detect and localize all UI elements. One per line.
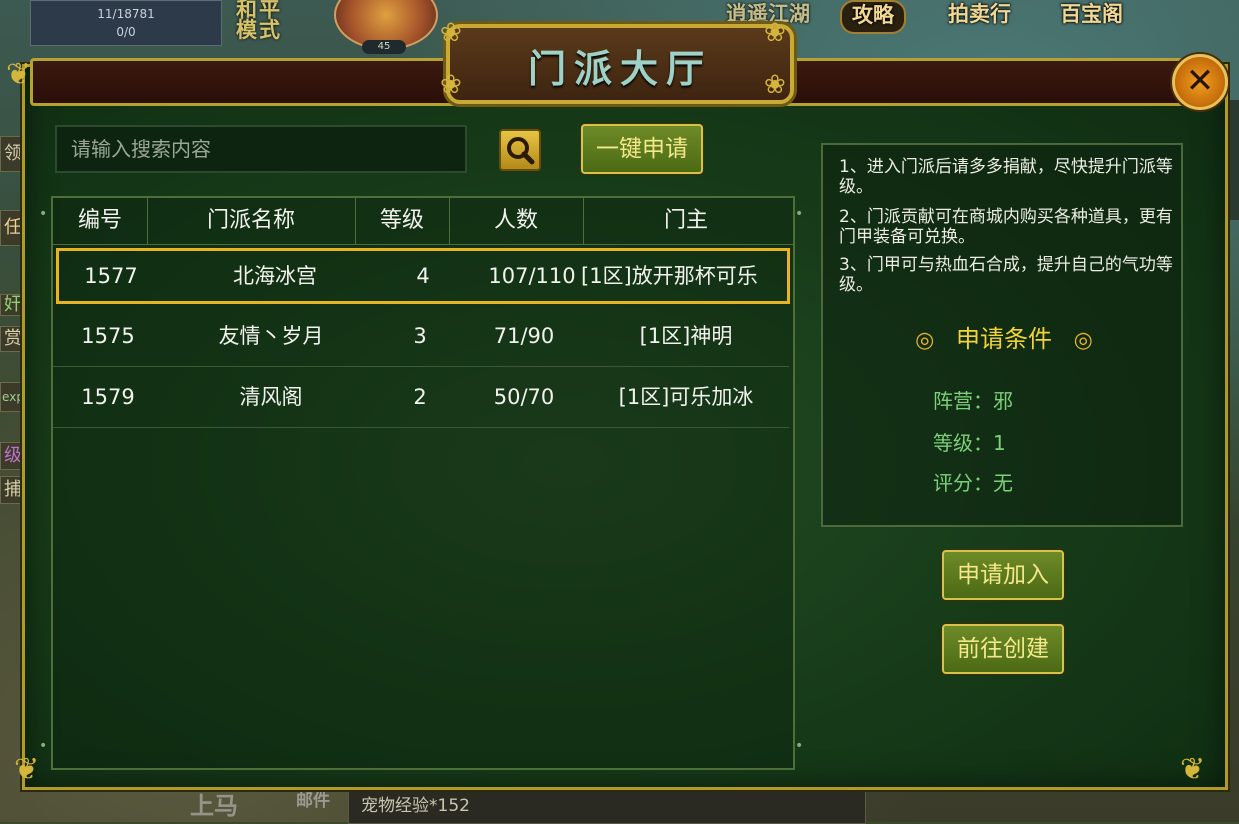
tip-2: 2、门派贡献可在商城内购买各种道具，更有门甲装备可兑换。 (839, 207, 1173, 247)
condition-score: 评分：无 (933, 471, 1013, 495)
pk-mode-label-2: 模式 (236, 18, 282, 42)
cell-leader: [1区]神明 (639, 324, 733, 348)
cell-members: 71/90 (493, 324, 555, 348)
swirl-ornament-icon: ◎ (1073, 328, 1093, 353)
cell-id: 1579 (81, 385, 135, 409)
guide-button[interactable]: 攻略 (840, 0, 906, 34)
frame-rivet-icon: • (795, 738, 804, 754)
cell-id: 1575 (81, 324, 135, 348)
chat-message: 宠物经验*152 (361, 796, 470, 816)
cell-name: 清风阁 (239, 385, 303, 409)
condition-faction: 阵营：邪 (933, 389, 1013, 413)
column-header-id: 编号 (53, 198, 148, 244)
table-row[interactable]: 1579 清风阁 2 50/70 [1区]可乐加冰 (53, 367, 789, 428)
tip-3: 3、门甲可与热血石合成，提升自己的气功等级。 (839, 255, 1173, 295)
apply-join-button[interactable]: 申请加入 (942, 550, 1064, 600)
sect-info-panel: 1、进入门派后请多多捐献，尽快提升门派等级。 2、门派贡献可在商城内购买各种道具… (821, 143, 1183, 527)
column-header-name: 门派名称 (147, 198, 356, 244)
table-header: 编号 门派名称 等级 人数 门主 (53, 198, 793, 245)
sect-list-table: 编号 门派名称 等级 人数 门主 1577 北海冰宫 4 107/110 [1区… (39, 196, 803, 770)
swirl-ornament-icon: ◎ (915, 328, 935, 353)
cell-leader: [1区]可乐加冰 (618, 385, 754, 409)
chat-bar: 宠物经验*152 (348, 784, 866, 824)
tip-1: 1、进入门派后请多多捐献，尽快提升门派等级。 (839, 157, 1173, 197)
go-create-button[interactable]: 前往创建 (942, 624, 1064, 674)
table-row[interactable]: 1577 北海冰宫 4 107/110 [1区]放开那杯可乐 (56, 248, 790, 304)
corner-ornament-top-left: ❦ (6, 57, 32, 92)
frame-rivet-icon: • (39, 206, 48, 222)
cell-level: 3 (413, 324, 427, 348)
conditions-title: 申请条件 (956, 325, 1052, 353)
player-stats-panel: 11/18781 0/0 (30, 0, 222, 46)
cell-level: 2 (413, 385, 427, 409)
mount-button[interactable]: 上马 (190, 786, 238, 821)
cell-members: 107/110 (488, 264, 576, 288)
corner-ornament-bottom-right: ❦ (1180, 752, 1206, 787)
pk-mode-label-1: 和平 (236, 0, 282, 22)
frame-rivet-icon: • (795, 206, 804, 222)
plaque-ornament-icon: ❀ (764, 18, 786, 48)
cell-members: 50/70 (493, 385, 555, 409)
plaque-ornament-icon: ❀ (440, 70, 462, 100)
plaque-ornament-icon: ❀ (440, 18, 462, 48)
one-click-apply-button[interactable]: 一键申请 (581, 124, 703, 174)
conditions-header: ◎ 申请条件 ◎ (823, 319, 1185, 354)
cell-leader: [1区]放开那杯可乐 (581, 264, 758, 288)
column-header-level: 等级 (355, 198, 450, 244)
close-button[interactable]: ✕ (1172, 54, 1228, 110)
cell-level: 4 (416, 264, 430, 288)
corner-ornament-bottom-left: ❦ (14, 752, 40, 787)
table-row[interactable]: 1575 友情丶岁月 3 71/90 [1区]神明 (53, 306, 789, 367)
player-level-badge: 45 (362, 40, 406, 54)
search-icon (507, 137, 535, 165)
dialog-title: 门派大厅 (527, 46, 712, 91)
auction-button[interactable]: 拍卖行 (938, 0, 1021, 30)
cell-name: 北海冰宫 (233, 264, 317, 288)
cell-name: 友情丶岁月 (218, 324, 324, 348)
column-header-members: 人数 (449, 198, 584, 244)
pk-mode-button[interactable]: 和平 模式 (236, 0, 282, 42)
condition-level: 等级：1 (933, 431, 1006, 455)
close-icon: ✕ (1185, 61, 1215, 101)
stat-line-extra: 0/0 (116, 25, 136, 39)
search-input[interactable] (55, 125, 467, 173)
frame-rivet-icon: • (39, 738, 48, 754)
stat-line-exp: 11/18781 (97, 7, 155, 21)
treasure-pavilion-button[interactable]: 百宝阁 (1050, 0, 1133, 30)
plaque-ornament-icon: ❀ (764, 70, 786, 100)
column-header-leader: 门主 (663, 208, 708, 233)
search-button[interactable] (499, 129, 541, 171)
title-plaque: 门派大厅 (446, 24, 794, 104)
cell-id: 1577 (84, 264, 138, 288)
